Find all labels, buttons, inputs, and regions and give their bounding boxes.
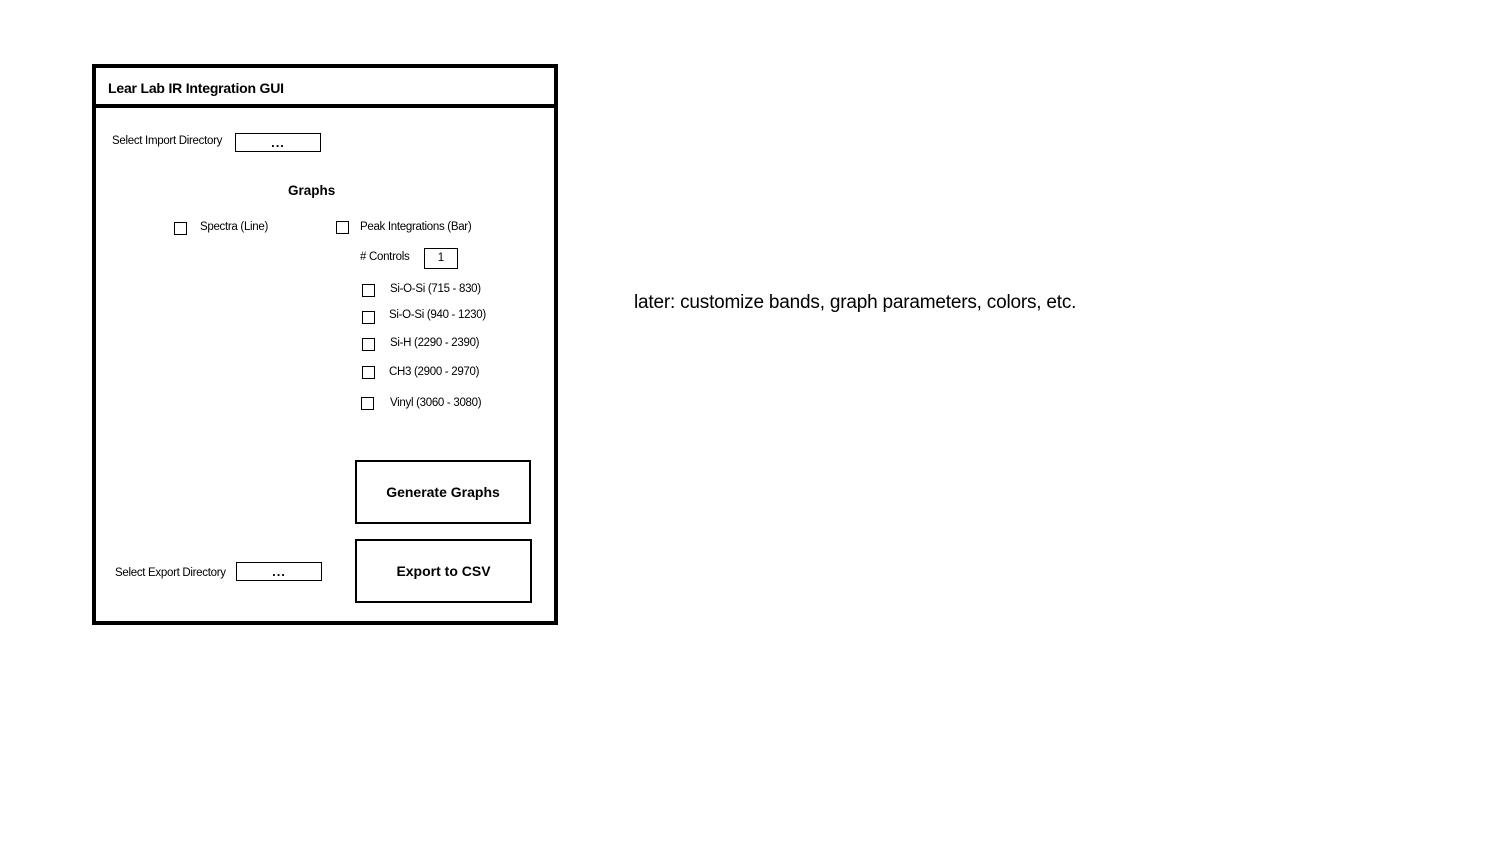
export-directory-button[interactable]: ... [236, 562, 322, 581]
spectra-checkbox[interactable] [174, 222, 187, 235]
band-label-si-h: Si-H (2290 - 2390) [390, 337, 480, 349]
import-directory-button[interactable]: ... [235, 133, 321, 152]
band-label-si-o-si-940: Si-O-Si (940 - 1230) [389, 309, 486, 321]
generate-graphs-button[interactable]: Generate Graphs [355, 460, 531, 524]
export-directory-label: Select Export Directory [115, 567, 226, 579]
peak-integrations-checkbox[interactable] [336, 221, 349, 234]
window-title: Lear Lab IR Integration GUI [108, 80, 284, 96]
import-directory-label: Select Import Directory [112, 135, 223, 147]
canvas: Lear Lab IR Integration GUI Select Impor… [0, 0, 1494, 844]
band-label-ch3: CH3 (2900 - 2970) [389, 366, 480, 378]
graphs-heading: Graphs [288, 183, 336, 198]
controls-input[interactable]: 1 [424, 248, 458, 269]
controls-label: # Controls [360, 251, 410, 263]
band-checkbox-ch3[interactable] [362, 366, 375, 379]
future-note: later: customize bands, graph parameters… [634, 292, 1077, 313]
spectra-label: Spectra (Line) [200, 221, 269, 233]
export-csv-button[interactable]: Export to CSV [355, 539, 532, 603]
band-checkbox-vinyl[interactable] [361, 397, 374, 410]
band-label-si-o-si-715: Si-O-Si (715 - 830) [390, 283, 481, 295]
band-checkbox-si-h[interactable] [362, 338, 375, 351]
band-checkbox-si-o-si-715[interactable] [362, 284, 375, 297]
app-window: Lear Lab IR Integration GUI Select Impor… [92, 64, 558, 625]
band-label-vinyl: Vinyl (3060 - 3080) [390, 397, 482, 409]
band-checkbox-si-o-si-940[interactable] [362, 311, 375, 324]
title-bar: Lear Lab IR Integration GUI [96, 68, 554, 108]
peak-integrations-label: Peak Integrations (Bar) [360, 221, 472, 233]
